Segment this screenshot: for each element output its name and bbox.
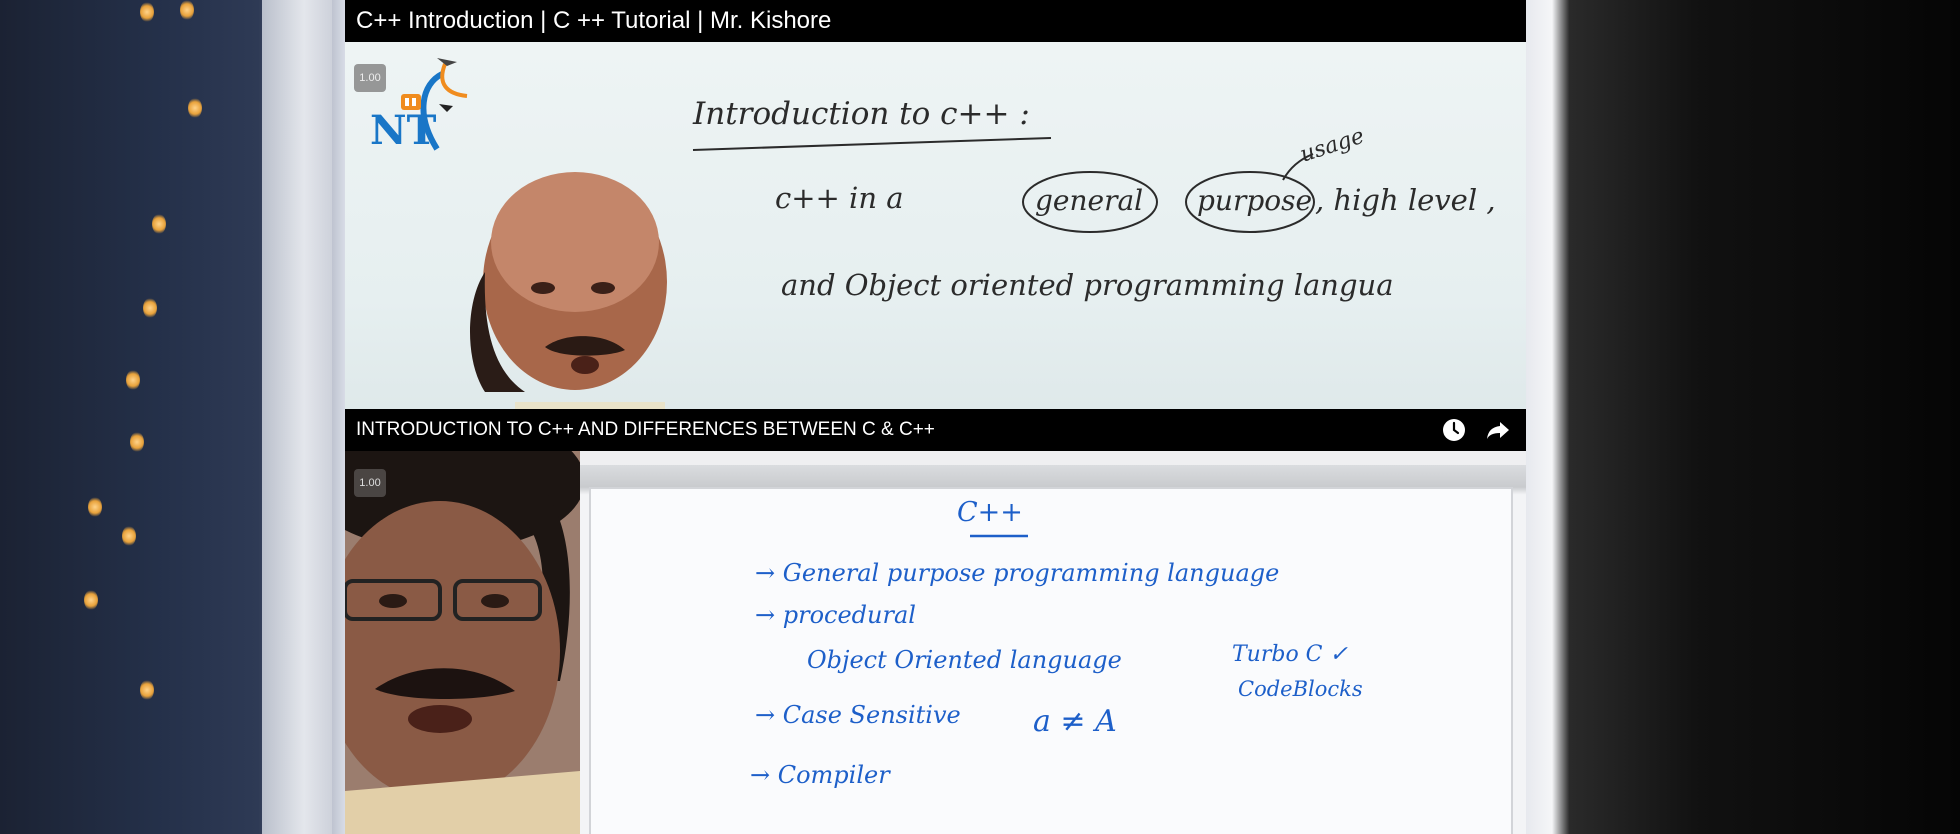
video-player[interactable]: 1.00 NT Introduction to c++: usage c++ …	[345, 42, 1526, 409]
video-player[interactable]: C++ → General purpose programming langua…	[345, 451, 1526, 834]
background-paper-fold	[262, 0, 332, 834]
playback-speed-badge[interactable]: 1.00	[354, 469, 386, 497]
share-icon[interactable]	[1486, 418, 1510, 442]
board-line: Object Oriented language	[807, 646, 1122, 674]
video-title[interactable]: INTRODUCTION TO C++ AND DIFFERENCES BETW…	[356, 419, 935, 441]
board-annotation: usage	[1297, 124, 1367, 168]
playback-speed-badge[interactable]: 1.00	[354, 64, 386, 92]
board-line: and Object oriented programming langua	[781, 268, 1394, 302]
video-title-bar: INTRODUCTION TO C++ AND DIFFERENCES BETW…	[345, 409, 1526, 451]
board-heading: C++	[957, 497, 1023, 528]
board-line: → General purpose programming language	[755, 559, 1279, 587]
video-feed: C++ Introduction | C ++ Tutorial | Mr. K…	[345, 0, 1526, 834]
background-light	[140, 2, 154, 22]
background-light	[126, 370, 140, 390]
video-actions	[1442, 418, 1510, 442]
video-card[interactable]: INTRODUCTION TO C++ AND DIFFERENCES BETW…	[345, 409, 1526, 834]
board-line: CodeBlocks	[1238, 677, 1363, 701]
background-light	[122, 526, 136, 546]
background-light	[140, 680, 154, 700]
board-line: → procedural	[755, 601, 916, 629]
background-right	[1526, 0, 1960, 834]
background-light	[188, 98, 202, 118]
board-line: c++ in a	[775, 181, 904, 215]
background-light	[130, 432, 144, 452]
background-light	[180, 0, 194, 20]
clock-icon[interactable]	[1442, 418, 1466, 442]
background-light	[143, 298, 157, 318]
background-left	[0, 0, 345, 834]
board-heading: Introduction to c++ :	[692, 96, 1030, 132]
video-card[interactable]: C++ Introduction | C ++ Tutorial | Mr. K…	[345, 0, 1526, 409]
board-line: Turbo C ✓	[1232, 642, 1349, 667]
board-word: general	[1035, 184, 1143, 217]
board-line: → Compiler	[750, 761, 891, 789]
video-title[interactable]: C++ Introduction | C ++ Tutorial | Mr. K…	[356, 7, 831, 35]
whiteboard-text: Introduction to c++ : usage c++ in a gen…	[692, 96, 1496, 302]
presenter-image	[345, 451, 580, 834]
board-line: a ≠ A	[1033, 704, 1117, 739]
background-light	[88, 497, 102, 517]
background-light	[152, 214, 166, 234]
background-light	[84, 590, 98, 610]
video-title-bar: C++ Introduction | C ++ Tutorial | Mr. K…	[345, 0, 1526, 42]
board-line: → Case Sensitive	[755, 701, 961, 729]
board-line: , high level ,	[1315, 183, 1496, 217]
board-word: purpose	[1197, 184, 1312, 217]
